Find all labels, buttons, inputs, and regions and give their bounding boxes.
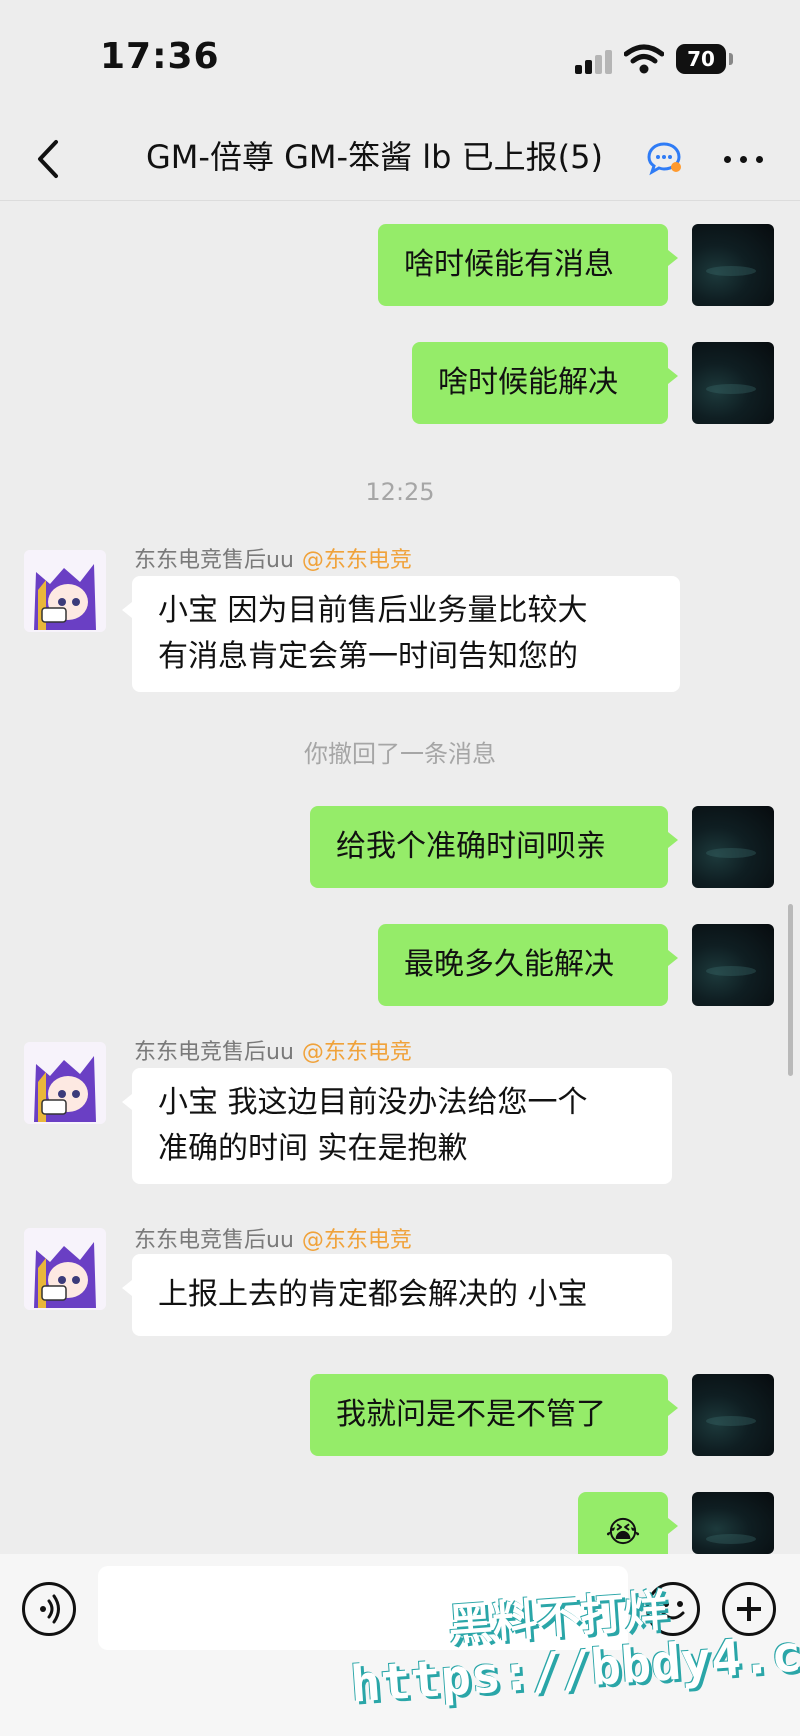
outgoing-message[interactable]: 我就问是不是不管了 xyxy=(310,1374,678,1456)
outgoing-emoji-message[interactable]: 😭 xyxy=(578,1492,678,1562)
message-line: 小宝 我这边目前没办法给您一个 xyxy=(158,1085,588,1120)
sender-name: 东东电竞售后uu @东东电竞 xyxy=(134,1034,412,1066)
cellular-signal-icon xyxy=(575,50,615,74)
outgoing-message[interactable]: 啥时候能有消息 xyxy=(378,224,678,306)
support-avatar[interactable] xyxy=(24,550,106,632)
message-line: 有消息肯定会第一时间告知您的 xyxy=(158,639,578,674)
support-avatar[interactable] xyxy=(24,1042,106,1124)
self-avatar[interactable] xyxy=(692,342,774,424)
self-avatar[interactable] xyxy=(692,924,774,1006)
sender-name: 东东电竞售后uu @东东电竞 xyxy=(134,1222,412,1254)
chat-header: GM-倍尊 GM-笨酱 lb 已上报(5) xyxy=(0,120,800,201)
sender-name: 东东电竞售后uu @东东电竞 xyxy=(134,542,412,574)
wifi-icon xyxy=(624,44,664,74)
incoming-message[interactable]: 小宝 因为目前售后业务量比较大 有消息肯定会第一时间告知您的 xyxy=(122,576,680,692)
cat-hood-avatar-icon xyxy=(24,1042,106,1124)
back-arrow-icon[interactable] xyxy=(30,134,70,184)
battery-tip xyxy=(729,53,733,65)
chat-title: GM-倍尊 GM-笨酱 lb 已上报(5) xyxy=(146,138,603,176)
incoming-message[interactable]: 上报上去的肯定都会解决的 小宝 xyxy=(122,1254,672,1336)
outgoing-message[interactable]: 给我个准确时间呗亲 xyxy=(310,806,678,888)
chat-badge-icon[interactable] xyxy=(646,140,682,176)
sender-label: 东东电竞售后uu xyxy=(134,548,294,573)
outgoing-message[interactable]: 啥时候能解决 xyxy=(412,342,678,424)
self-avatar[interactable] xyxy=(692,224,774,306)
chat-scrollbar[interactable] xyxy=(788,904,793,1076)
message-line: 准确的时间 实在是抱歉 xyxy=(158,1131,468,1166)
battery-indicator: 70 xyxy=(676,44,726,74)
message-line: 小宝 因为目前售后业务量比较大 xyxy=(158,593,588,628)
outgoing-message[interactable]: 最晚多久能解决 xyxy=(378,924,678,1006)
status-time: 17:36 xyxy=(100,36,220,77)
sender-tag: @东东电竞 xyxy=(301,1040,412,1065)
sender-tag: @东东电竞 xyxy=(301,1228,412,1253)
cat-hood-avatar-icon xyxy=(24,550,106,632)
timestamp: 12:25 xyxy=(365,478,435,506)
sender-label: 东东电竞售后uu xyxy=(134,1040,294,1065)
more-icon[interactable] xyxy=(722,146,766,172)
cat-hood-avatar-icon xyxy=(24,1228,106,1310)
system-notice: 你撤回了一条消息 xyxy=(304,740,496,768)
support-avatar[interactable] xyxy=(24,1228,106,1310)
sender-label: 东东电竞售后uu xyxy=(134,1228,294,1253)
sender-tag: @东东电竞 xyxy=(301,548,412,573)
self-avatar[interactable] xyxy=(692,1492,774,1554)
status-bar: 17:36 70 xyxy=(0,0,800,120)
voice-icon[interactable] xyxy=(22,1582,76,1636)
incoming-message[interactable]: 小宝 我这边目前没办法给您一个 准确的时间 实在是抱歉 xyxy=(122,1068,672,1184)
self-avatar[interactable] xyxy=(692,1374,774,1456)
self-avatar[interactable] xyxy=(692,806,774,888)
